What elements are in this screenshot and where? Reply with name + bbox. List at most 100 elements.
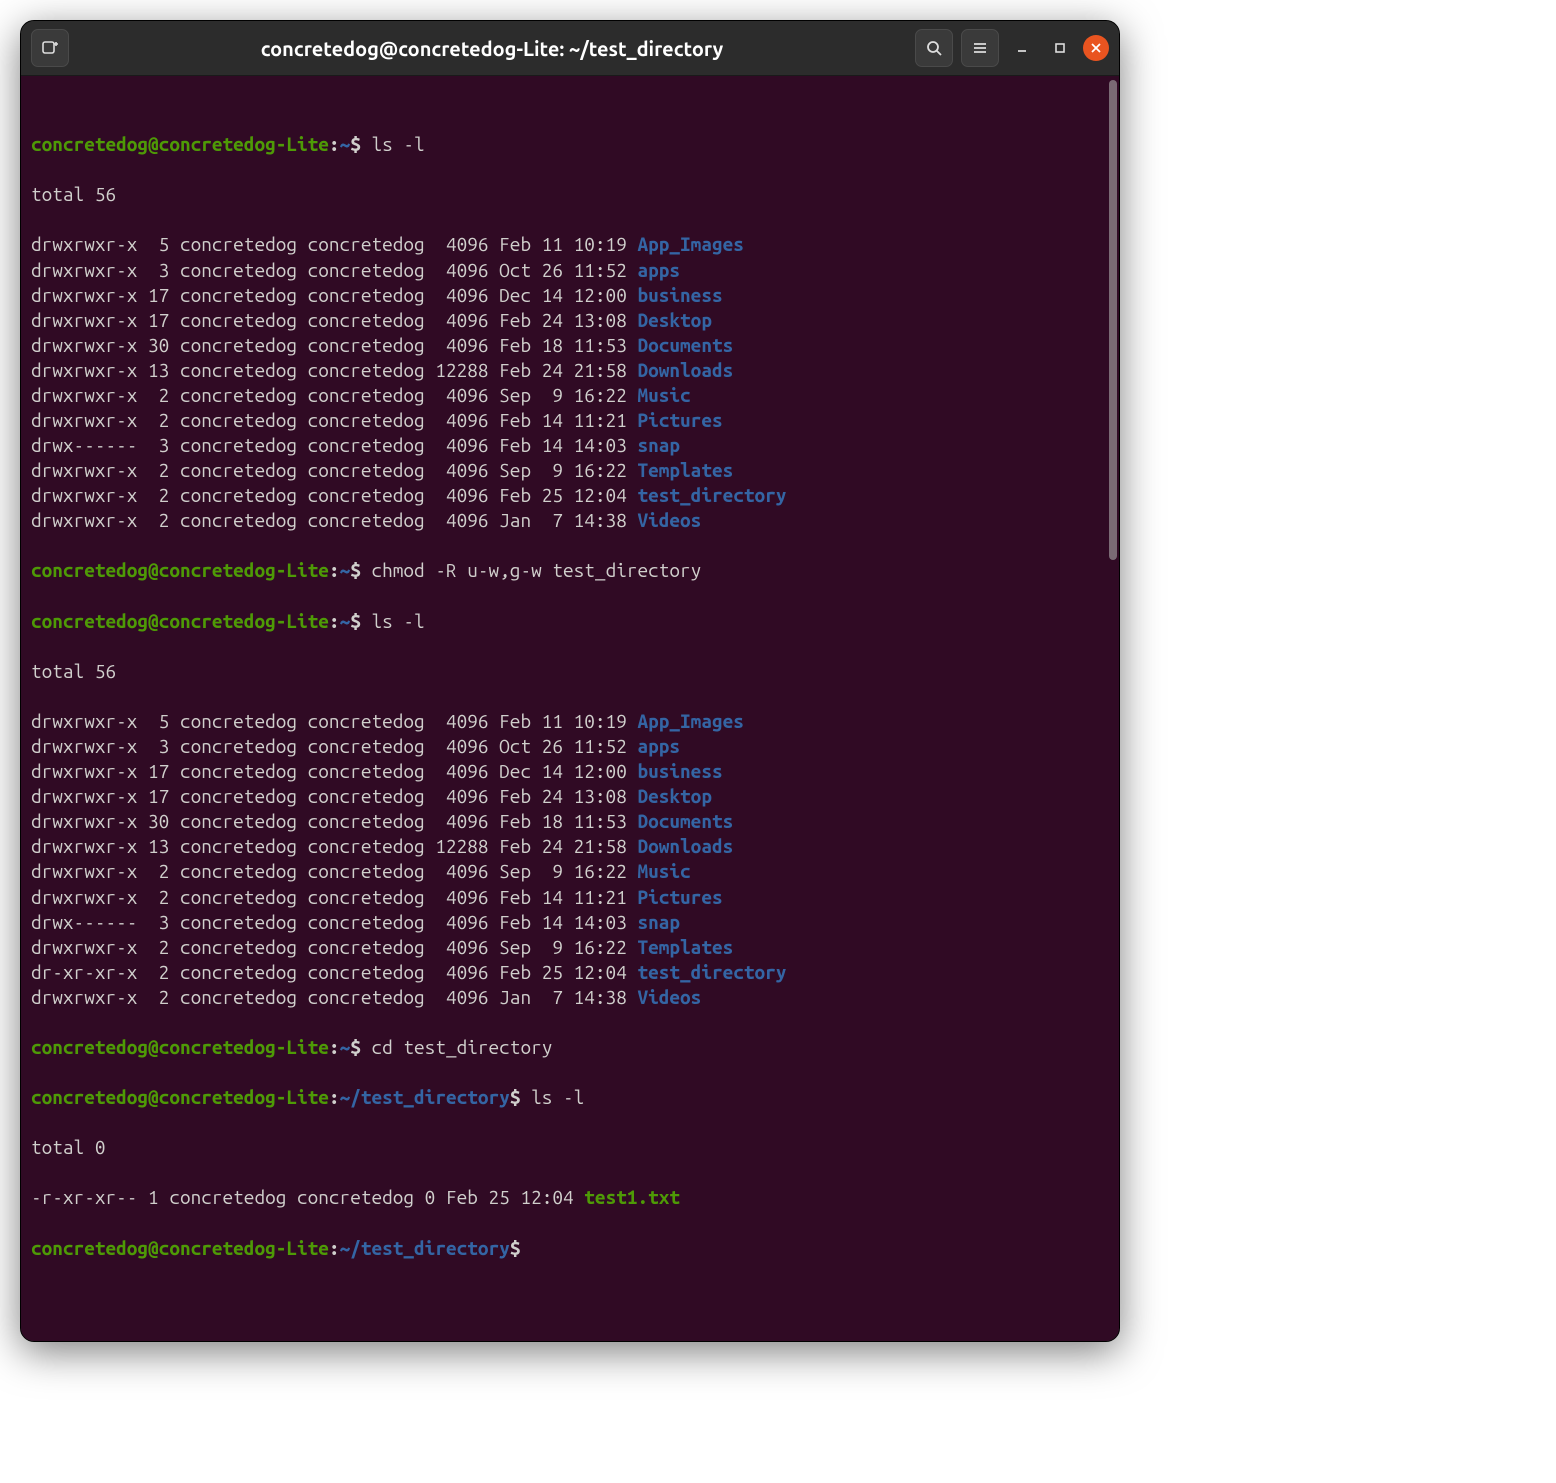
file-name: snap — [637, 911, 680, 933]
file-name: Downloads — [637, 835, 733, 857]
file-name: apps — [637, 259, 680, 281]
minimize-button[interactable] — [1007, 33, 1037, 63]
ls-row: drwxrwxr-x 17 concretedog concretedog 40… — [31, 784, 1109, 809]
prompt-path: ~ — [340, 610, 351, 632]
window-title: concretedog@concretedog-Lite: ~/test_dir… — [79, 37, 905, 60]
file-name: Pictures — [637, 409, 722, 431]
file-name: Videos — [637, 509, 701, 531]
search-icon — [925, 39, 943, 57]
ls-row: drwxrwxr-x 2 concretedog concretedog 409… — [31, 458, 1109, 483]
total-line: total 56 — [31, 659, 1109, 684]
ls-row: drwxrwxr-x 2 concretedog concretedog 409… — [31, 483, 1109, 508]
prompt-sep: : — [329, 133, 340, 155]
command: ls -l — [371, 133, 424, 155]
command: ls -l — [371, 610, 424, 632]
prompt-dollar: $ — [510, 1086, 521, 1108]
file-name: test1.txt — [584, 1186, 680, 1208]
prompt-dollar: $ — [350, 133, 361, 155]
hamburger-icon — [971, 39, 989, 57]
prompt-user: concretedog@concretedog-Lite — [31, 559, 329, 581]
ls-row: drwxrwxr-x 5 concretedog concretedog 409… — [31, 232, 1109, 257]
close-button[interactable] — [1083, 35, 1109, 61]
file-name: Templates — [637, 459, 733, 481]
menu-button[interactable] — [961, 29, 999, 67]
new-tab-button[interactable] — [31, 29, 69, 67]
file-name: Templates — [637, 936, 733, 958]
scrollbar[interactable] — [1109, 80, 1117, 560]
ls-row: drwxrwxr-x 2 concretedog concretedog 409… — [31, 885, 1109, 910]
ls-row: drwxrwxr-x 2 concretedog concretedog 409… — [31, 935, 1109, 960]
file-name: Music — [637, 860, 690, 882]
ls-row: drwxrwxr-x 2 concretedog concretedog 409… — [31, 383, 1109, 408]
prompt-user: concretedog@concretedog-Lite — [31, 610, 329, 632]
prompt-sep: : — [329, 559, 340, 581]
file-name: Documents — [637, 810, 733, 832]
ls-row: drwxrwxr-x 17 concretedog concretedog 40… — [31, 308, 1109, 333]
ls-row: drwxrwxr-x 3 concretedog concretedog 409… — [31, 258, 1109, 283]
prompt-path: ~ — [340, 133, 351, 155]
file-name: App_Images — [637, 233, 743, 255]
prompt-dollar: $ — [350, 610, 361, 632]
ls-row: -r-xr-xr-- 1 concretedog concretedog 0 F… — [31, 1185, 1109, 1210]
prompt-line: concretedog@concretedog-Lite:~/test_dire… — [31, 1236, 1109, 1261]
prompt-user: concretedog@concretedog-Lite — [31, 1036, 329, 1058]
file-name: test_directory — [637, 961, 786, 983]
file-name: Desktop — [637, 309, 711, 331]
file-name: Music — [637, 384, 690, 406]
maximize-icon — [1053, 41, 1067, 55]
file-name: Downloads — [637, 359, 733, 381]
total-line: total 56 — [31, 182, 1109, 207]
ls-row: dr-xr-xr-x 2 concretedog concretedog 409… — [31, 960, 1109, 985]
prompt-path: ~ — [340, 559, 351, 581]
prompt-user: concretedog@concretedog-Lite — [31, 133, 329, 155]
ls-row: drwxrwxr-x 2 concretedog concretedog 409… — [31, 985, 1109, 1010]
terminal-window: concretedog@concretedog-Lite: ~/test_dir… — [20, 20, 1120, 1342]
file-name: Pictures — [637, 886, 722, 908]
prompt-sep: : — [329, 1237, 340, 1259]
titlebar: concretedog@concretedog-Lite: ~/test_dir… — [21, 21, 1119, 76]
close-icon — [1090, 42, 1102, 54]
ls-output-1: drwxrwxr-x 5 concretedog concretedog 409… — [31, 232, 1109, 533]
file-name: snap — [637, 434, 680, 456]
prompt-line: concretedog@concretedog-Lite:~$ ls -l — [31, 609, 1109, 634]
new-tab-icon — [41, 39, 59, 57]
ls-row: drwxrwxr-x 2 concretedog concretedog 409… — [31, 408, 1109, 433]
file-name: apps — [637, 735, 680, 757]
file-name: Desktop — [637, 785, 711, 807]
ls-row: drwxrwxr-x 2 concretedog concretedog 409… — [31, 859, 1109, 884]
ls-row: drwxrwxr-x 2 concretedog concretedog 409… — [31, 508, 1109, 533]
ls-row: drwx------ 3 concretedog concretedog 409… — [31, 433, 1109, 458]
file-name: business — [637, 284, 722, 306]
prompt-path: ~ — [340, 1036, 351, 1058]
maximize-button[interactable] — [1045, 33, 1075, 63]
file-name: Documents — [637, 334, 733, 356]
file-name: test_directory — [637, 484, 786, 506]
total-line: total 0 — [31, 1135, 1109, 1160]
prompt-line: concretedog@concretedog-Lite:~/test_dire… — [31, 1085, 1109, 1110]
ls-row: drwxrwxr-x 13 concretedog concretedog 12… — [31, 358, 1109, 383]
prompt-user: concretedog@concretedog-Lite — [31, 1237, 329, 1259]
ls-row: drwxrwxr-x 30 concretedog concretedog 40… — [31, 333, 1109, 358]
prompt-dollar: $ — [350, 559, 361, 581]
prompt-sep: : — [329, 1086, 340, 1108]
ls-row: drwxrwxr-x 5 concretedog concretedog 409… — [31, 709, 1109, 734]
file-name: App_Images — [637, 710, 743, 732]
prompt-user: concretedog@concretedog-Lite — [31, 1086, 329, 1108]
ls-row: drwxrwxr-x 30 concretedog concretedog 40… — [31, 809, 1109, 834]
file-name: business — [637, 760, 722, 782]
prompt-line: concretedog@concretedog-Lite:~$ chmod -R… — [31, 558, 1109, 583]
search-button[interactable] — [915, 29, 953, 67]
prompt-dollar: $ — [510, 1237, 521, 1259]
ls-row: drwxrwxr-x 3 concretedog concretedog 409… — [31, 734, 1109, 759]
prompt-dollar: $ — [350, 1036, 361, 1058]
terminal-body[interactable]: concretedog@concretedog-Lite:~$ ls -l to… — [21, 76, 1119, 1341]
prompt-path: ~/test_directory — [340, 1086, 510, 1108]
ls-row: drwxrwxr-x 13 concretedog concretedog 12… — [31, 834, 1109, 859]
minimize-icon — [1015, 41, 1029, 55]
prompt-line: concretedog@concretedog-Lite:~$ cd test_… — [31, 1035, 1109, 1060]
prompt-sep: : — [329, 610, 340, 632]
prompt-line: concretedog@concretedog-Lite:~$ ls -l — [31, 132, 1109, 157]
ls-row: drwxrwxr-x 17 concretedog concretedog 40… — [31, 759, 1109, 784]
ls-row: drwxrwxr-x 17 concretedog concretedog 40… — [31, 283, 1109, 308]
command: chmod -R u-w,g-w test_directory — [371, 559, 701, 581]
